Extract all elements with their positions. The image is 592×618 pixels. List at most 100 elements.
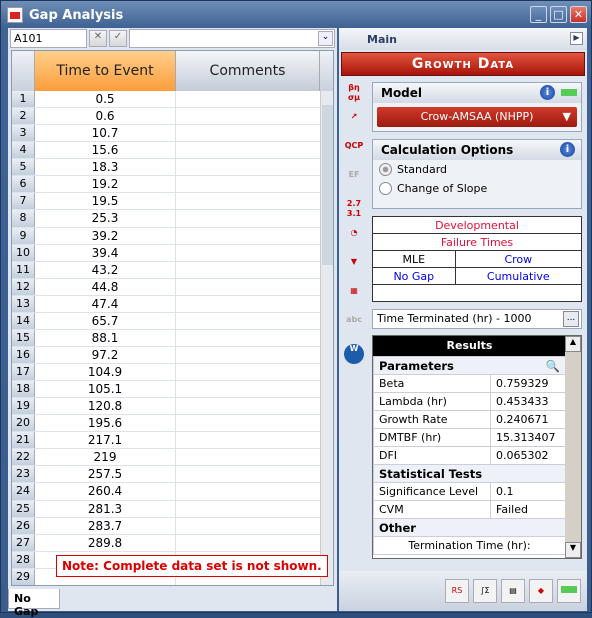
row-header[interactable]: 7 bbox=[12, 193, 35, 210]
data-format[interactable]: Failure Times bbox=[372, 233, 582, 251]
time-to-event-cell[interactable]: 18.3 bbox=[35, 159, 176, 176]
notes-icon[interactable]: ▤ bbox=[501, 579, 525, 603]
row-header[interactable]: 22 bbox=[12, 449, 35, 466]
rs-report-icon[interactable]: RS bbox=[445, 579, 469, 603]
qcp-icon[interactable]: QCP bbox=[344, 141, 364, 161]
radio-standard[interactable]: Standard bbox=[373, 160, 581, 179]
comments-cell[interactable] bbox=[176, 432, 320, 448]
time-to-event-cell[interactable]: 289.8 bbox=[35, 534, 176, 551]
time-to-event-cell[interactable]: 88.1 bbox=[35, 329, 176, 346]
comments-cell[interactable] bbox=[176, 108, 320, 124]
row-header[interactable]: 10 bbox=[12, 244, 35, 261]
info-icon[interactable]: i bbox=[540, 85, 555, 100]
comments-cell[interactable] bbox=[176, 125, 320, 141]
time-to-event-cell[interactable]: 19.2 bbox=[35, 176, 176, 193]
time-to-event-cell[interactable]: 0.6 bbox=[35, 108, 176, 125]
magnifier-icon[interactable]: 🔍 bbox=[546, 359, 560, 373]
time-to-event-cell[interactable]: 219 bbox=[35, 449, 176, 466]
row-header[interactable]: 13 bbox=[12, 295, 35, 312]
row-header[interactable]: 20 bbox=[12, 415, 35, 432]
comments-cell[interactable] bbox=[176, 347, 320, 363]
row-header[interactable]: 6 bbox=[12, 176, 35, 193]
comments-cell[interactable] bbox=[176, 142, 320, 158]
row-header[interactable]: 11 bbox=[12, 261, 35, 278]
time-to-event-cell[interactable]: 25.3 bbox=[35, 210, 176, 227]
comments-cell[interactable] bbox=[176, 501, 320, 517]
row-header[interactable]: 17 bbox=[12, 364, 35, 381]
comments-cell[interactable] bbox=[176, 176, 320, 192]
time-to-event-cell[interactable]: 97.2 bbox=[35, 346, 176, 363]
time-to-event-cell[interactable]: 43.2 bbox=[35, 261, 176, 278]
chevron-down-icon[interactable]: ⌄ bbox=[318, 31, 333, 46]
calculate-green-icon[interactable] bbox=[557, 579, 581, 603]
time-to-event-cell[interactable]: 19.5 bbox=[35, 193, 176, 210]
time-to-event-cell[interactable]: 65.7 bbox=[35, 312, 176, 329]
estimation-method[interactable]: MLE bbox=[372, 250, 456, 268]
more-button[interactable]: ... bbox=[563, 311, 579, 327]
info-icon[interactable]: i bbox=[560, 142, 575, 157]
time-to-event-cell[interactable]: 105.1 bbox=[35, 381, 176, 398]
comments-cell[interactable] bbox=[176, 313, 320, 329]
row-header[interactable]: 24 bbox=[12, 483, 35, 500]
time-to-event-cell[interactable]: 281.3 bbox=[35, 500, 176, 517]
row-header[interactable]: 1 bbox=[12, 91, 35, 108]
comments-cell[interactable] bbox=[176, 245, 320, 261]
row-header[interactable]: 14 bbox=[12, 312, 35, 329]
results-scrollbar[interactable]: ▲ ▼ bbox=[565, 336, 581, 558]
radio-change-of-slope[interactable]: Change of Slope bbox=[373, 179, 581, 198]
row-header[interactable]: 21 bbox=[12, 432, 35, 449]
row-header[interactable]: 23 bbox=[12, 466, 35, 483]
plot-type[interactable]: Cumulative bbox=[454, 267, 583, 285]
comments-cell[interactable] bbox=[176, 296, 320, 312]
gauge-icon[interactable]: ◔ bbox=[344, 228, 364, 248]
time-to-event-cell[interactable]: 195.6 bbox=[35, 415, 176, 432]
conversion-icon[interactable]: 2.7 3.1 bbox=[344, 199, 364, 219]
sheet-tab-no-gap[interactable]: No Gap bbox=[8, 589, 60, 618]
comments-cell[interactable] bbox=[176, 279, 320, 295]
formula-input[interactable]: ⌄ bbox=[129, 29, 335, 48]
row-header[interactable]: 29 bbox=[12, 568, 35, 585]
row-header[interactable]: 12 bbox=[12, 278, 35, 295]
scrollbar-thumb[interactable] bbox=[322, 105, 333, 265]
column-header-comments[interactable]: Comments bbox=[176, 51, 320, 91]
time-to-event-cell[interactable]: 217.1 bbox=[35, 432, 176, 449]
comments-cell[interactable] bbox=[176, 449, 320, 465]
time-to-event-cell[interactable]: 0.5 bbox=[35, 91, 176, 108]
gap-setting[interactable]: No Gap bbox=[372, 267, 456, 285]
comments-cell[interactable] bbox=[176, 91, 320, 107]
comments-cell[interactable] bbox=[176, 262, 320, 278]
comments-cell[interactable] bbox=[176, 398, 320, 414]
abc-icon[interactable]: abc bbox=[344, 315, 364, 335]
weibull-icon[interactable]: W bbox=[344, 344, 364, 364]
comments-cell[interactable] bbox=[176, 381, 320, 397]
vertical-scrollbar[interactable] bbox=[320, 91, 333, 585]
comments-cell[interactable] bbox=[176, 210, 320, 226]
row-header[interactable]: 15 bbox=[12, 329, 35, 346]
comments-cell[interactable] bbox=[176, 330, 320, 346]
time-to-event-cell[interactable]: 104.9 bbox=[35, 364, 176, 381]
minimize-button[interactable]: _ bbox=[530, 6, 547, 23]
comments-cell[interactable] bbox=[176, 159, 320, 175]
column-header-time-to-event[interactable]: Time to Event bbox=[35, 51, 176, 91]
comments-cell[interactable] bbox=[176, 535, 320, 551]
time-to-event-cell[interactable]: 283.7 bbox=[35, 517, 176, 534]
select-all-corner[interactable] bbox=[12, 51, 35, 91]
comments-cell[interactable] bbox=[176, 364, 320, 380]
comments-cell[interactable] bbox=[176, 193, 320, 209]
cell-reference-input[interactable]: A101 bbox=[10, 29, 87, 48]
termination-field[interactable]: Time Terminated (hr) - 1000... bbox=[372, 309, 582, 329]
filter-icon[interactable]: ▼ bbox=[344, 257, 364, 277]
transfer-icon[interactable]: ▦ bbox=[344, 286, 364, 306]
time-to-event-cell[interactable]: 39.4 bbox=[35, 244, 176, 261]
row-header[interactable]: 28 bbox=[12, 551, 35, 568]
time-to-event-cell[interactable]: 47.4 bbox=[35, 295, 176, 312]
row-header[interactable]: 27 bbox=[12, 534, 35, 551]
maximize-button[interactable]: □ bbox=[550, 6, 567, 23]
time-to-event-cell[interactable]: 39.2 bbox=[35, 227, 176, 244]
comments-cell[interactable] bbox=[176, 518, 320, 534]
function-wizard-icon[interactable]: ∫Σ bbox=[473, 579, 497, 603]
rs-badge-icon[interactable]: ◆ bbox=[529, 579, 553, 603]
time-to-event-cell[interactable]: 15.6 bbox=[35, 142, 176, 159]
data-type[interactable]: Developmental bbox=[372, 216, 582, 234]
plot-icon[interactable]: ↗ bbox=[344, 112, 364, 132]
